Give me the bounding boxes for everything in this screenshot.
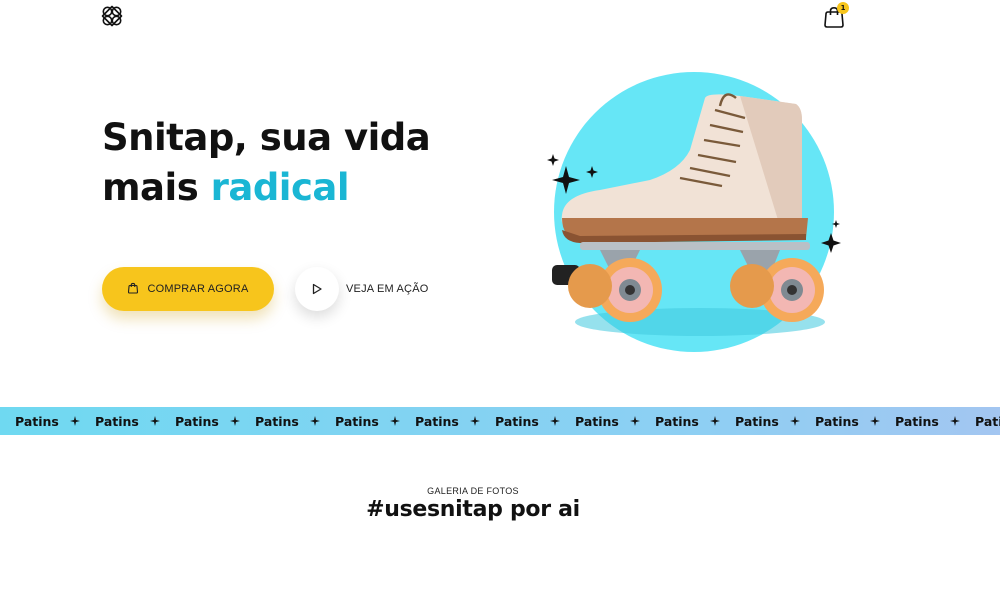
sparkle-icon: [460, 407, 540, 435]
ticker-item: Patins: [140, 407, 220, 435]
ticker-item: Patins: [700, 407, 780, 435]
marquee-ticker: Patins Patins Patins Patins Patins Patins Pati…: [0, 407, 1000, 435]
hero-title-line2: mais: [102, 166, 211, 209]
sparkle-icon: [700, 407, 780, 435]
sparkle-icon: [140, 407, 220, 435]
ticker-item: Patins: [860, 407, 940, 435]
ticker-item: Patins: [940, 407, 1000, 435]
sparkle-icon: [60, 407, 140, 435]
ticker-item: Patins: [220, 407, 300, 435]
gallery-label: GALERIA DE FOTOS: [427, 486, 519, 496]
sparkle-icon: [940, 407, 1000, 435]
hero-product-image: [540, 70, 850, 360]
watch-in-action-link[interactable]: VEJA EM AÇÃO: [346, 283, 428, 295]
hero-title-line1: Snitap, sua vida: [102, 116, 431, 159]
hero-title-accent: radical: [210, 166, 350, 209]
ticker-track: Patins Patins Patins Patins Patins Patins Pati…: [0, 407, 1000, 435]
sparkle-icon: [540, 407, 620, 435]
ticker-item: Patins: [60, 407, 140, 435]
ticker-item: Patins: [300, 407, 380, 435]
snitap-logo-icon[interactable]: [101, 5, 123, 27]
gallery-title: #usesnitap por ai: [366, 497, 580, 522]
sparkle-icon: [0, 407, 60, 435]
sparkle-icon: [780, 407, 860, 435]
site-header: 1: [0, 0, 1000, 36]
buy-now-label: COMPRAR AGORA: [147, 283, 249, 295]
sparkle-icon: [860, 407, 940, 435]
ticker-item: Patins: [380, 407, 460, 435]
sparkle-icon: [620, 407, 700, 435]
ticker-item: Patins: [460, 407, 540, 435]
play-video-button[interactable]: [295, 267, 339, 311]
sparkle-icon: [380, 407, 460, 435]
cart-count-badge: 1: [837, 2, 849, 14]
sparkle-icon: [300, 407, 380, 435]
ticker-item: Patins: [540, 407, 620, 435]
ticker-item: Patins: [620, 407, 700, 435]
ticker-item: Patins: [780, 407, 860, 435]
hero-title: Snitap, sua vida mais radical: [102, 113, 522, 213]
sparkle-icon: [220, 407, 300, 435]
play-icon: [311, 280, 323, 299]
shopping-bag-icon: [127, 282, 139, 297]
ticker-item: Patins: [0, 407, 60, 435]
buy-now-button[interactable]: COMPRAR AGORA: [102, 267, 274, 311]
